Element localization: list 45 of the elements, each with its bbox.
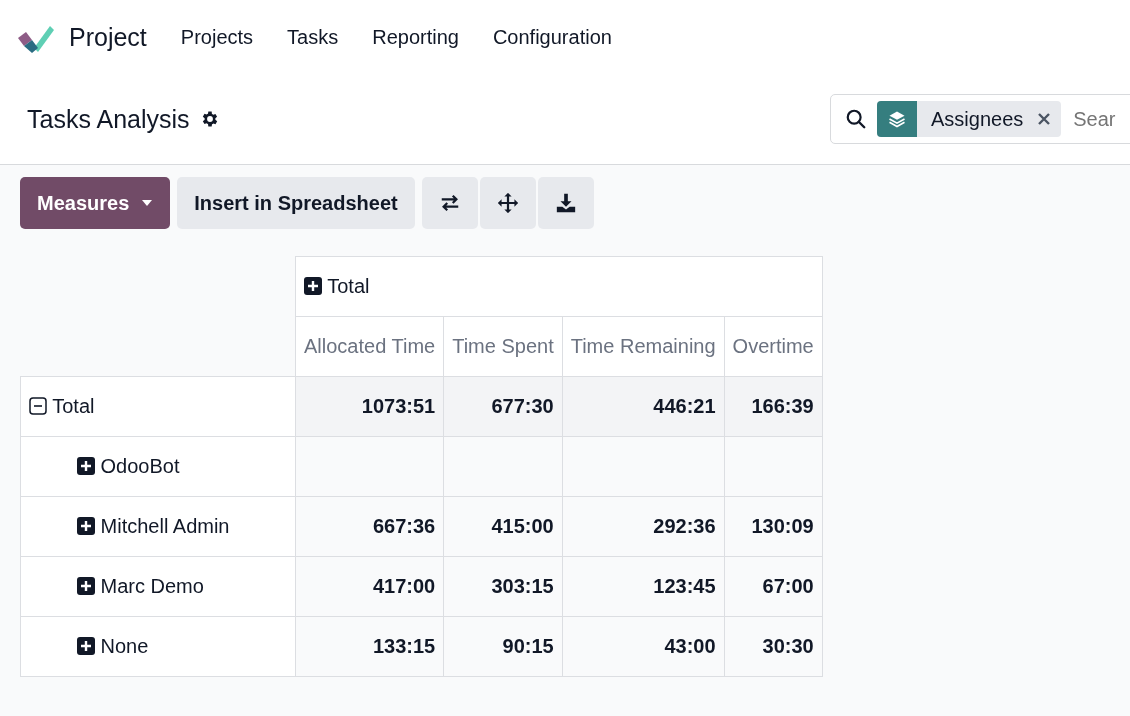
measures-button[interactable]: Measures bbox=[20, 177, 171, 229]
value-cell: 677:30 bbox=[443, 376, 563, 437]
expand-all-button[interactable] bbox=[479, 177, 536, 229]
download-button[interactable] bbox=[537, 177, 594, 229]
value-cell: 667:36 bbox=[295, 496, 444, 557]
search-input[interactable]: Sear bbox=[1071, 106, 1126, 132]
download-icon bbox=[554, 192, 577, 214]
insert-spreadsheet-button[interactable]: Insert in Spreadsheet bbox=[177, 177, 415, 229]
search-icon bbox=[845, 108, 867, 130]
value-cell: 67:00 bbox=[724, 556, 823, 617]
menu-item[interactable]: Configuration bbox=[492, 25, 612, 49]
measure-header[interactable]: Overtime bbox=[724, 316, 823, 377]
value-cell: 292:36 bbox=[562, 496, 725, 557]
value-cell: 417:00 bbox=[295, 556, 444, 617]
value-cell: 303:15 bbox=[443, 556, 563, 617]
value-cell: 90:15 bbox=[443, 616, 563, 677]
value-cell: 1073:51 bbox=[295, 376, 444, 437]
row-header[interactable]: None bbox=[20, 616, 296, 677]
close-icon[interactable] bbox=[1037, 112, 1052, 126]
column-header[interactable]: Total bbox=[295, 256, 823, 317]
value-cell: 166:39 bbox=[724, 376, 823, 437]
value-cell: 415:00 bbox=[443, 496, 563, 557]
menu-item[interactable]: Reporting bbox=[372, 25, 459, 49]
value-cell: 43:00 bbox=[562, 616, 725, 677]
app-title[interactable]: Project bbox=[69, 22, 147, 52]
measure-header[interactable]: Time Spent bbox=[443, 316, 563, 377]
row-header[interactable]: Marc Demo bbox=[20, 556, 296, 617]
layers-icon bbox=[887, 109, 907, 129]
value-cell: 446:21 bbox=[562, 376, 725, 437]
measure-header[interactable]: Time Remaining bbox=[562, 316, 725, 377]
value-cell: 30:30 bbox=[724, 616, 823, 677]
row-header[interactable]: OdooBot bbox=[20, 436, 296, 497]
menu-item[interactable]: Tasks bbox=[287, 25, 339, 49]
row-header[interactable]: Total bbox=[20, 376, 296, 437]
move-arrows-icon bbox=[496, 192, 519, 214]
value-cell: 133:15 bbox=[295, 616, 444, 677]
facet-label: Assignees bbox=[931, 107, 1024, 131]
value-cell: 130:09 bbox=[724, 496, 823, 557]
flip-axis-button[interactable] bbox=[421, 177, 478, 229]
page-title: Tasks Analysis bbox=[27, 104, 190, 134]
menu-item[interactable]: Projects bbox=[180, 25, 254, 49]
caret-icon bbox=[141, 199, 154, 207]
row-header[interactable]: Mitchell Admin bbox=[20, 496, 296, 557]
value-cell: 123:45 bbox=[562, 556, 725, 617]
measure-header[interactable]: Allocated Time bbox=[295, 316, 444, 377]
